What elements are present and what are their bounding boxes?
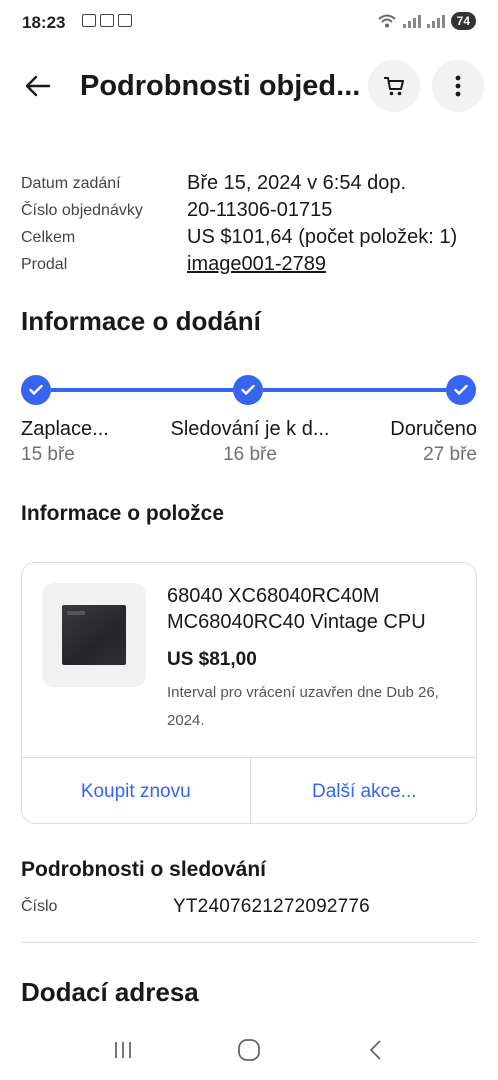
system-icons: 74: [377, 12, 476, 30]
step-date: 16 bře: [223, 444, 277, 465]
item-actions: Koupit znovu Další akce...: [22, 757, 477, 823]
back-chevron-icon: [369, 1040, 381, 1060]
delivery-progress: [21, 373, 477, 407]
step-label: Zaplace...: [21, 418, 109, 440]
wifi-icon: [377, 14, 396, 28]
mail-icon: [100, 14, 114, 27]
page-title: Podrobnosti objed...: [80, 70, 361, 102]
delivery-section-title: Informace o dodání: [21, 306, 261, 336]
divider: [21, 942, 477, 943]
signal-icon: [402, 14, 421, 28]
order-number-row: Číslo objednávky 20-11306-01715: [21, 197, 481, 224]
address-section-title: Dodací adresa: [21, 977, 199, 1007]
seller-row: Prodal image001-2789: [21, 251, 481, 278]
status-time: 18:23: [22, 13, 66, 32]
progress-step-delivered: [446, 375, 476, 405]
checkmark-icon: [29, 384, 43, 395]
step-date: 27 bře: [423, 444, 477, 465]
checkmark-icon: [241, 384, 255, 395]
home-icon: [238, 1039, 260, 1061]
tracking-number-row: Číslo YT2407621272092776: [21, 896, 477, 918]
order-total-value: US $101,64 (počet položek: 1): [187, 226, 458, 248]
status-bar: 18:23 74: [0, 0, 498, 46]
order-date-label: Datum zadání: [21, 174, 121, 192]
item-price: US $81,00: [167, 649, 257, 670]
item-section-title: Informace o položce: [21, 502, 225, 525]
order-date-row: Datum zadání Bře 15, 2024 v 6:54 dop.: [21, 170, 481, 197]
item-card: 68040 XC68040RC40M MC68040RC40 Vintage C…: [21, 562, 477, 824]
order-total-label: Celkem: [21, 228, 76, 246]
recent-apps-icon: [115, 1042, 131, 1058]
cpu-chip-image: [62, 605, 126, 665]
order-number-value: 20-11306-01715: [187, 199, 333, 221]
item-title[interactable]: 68040 XC68040RC40M MC68040RC40 Vintage C…: [167, 583, 467, 635]
progress-step-paid: [21, 375, 51, 405]
signal-icon: [426, 14, 445, 28]
checkmark-icon: [454, 384, 468, 395]
progress-step-tracking: [233, 375, 263, 405]
order-number-label: Číslo objednávky: [21, 201, 143, 219]
step-label: Doručeno: [390, 418, 477, 440]
step-paid: Zaplace... 15 bře: [21, 418, 109, 466]
system-back-button[interactable]: [345, 1030, 405, 1070]
step-tracking: Sledování je k d... 16 bře: [165, 418, 335, 466]
more-actions-button[interactable]: Další akce...: [249, 758, 477, 823]
step-delivered: Doručeno 27 bře: [390, 418, 477, 466]
home-button[interactable]: [219, 1030, 279, 1070]
progress-line: [263, 388, 446, 392]
notification-icon: [82, 14, 96, 27]
notification-icons: [82, 14, 132, 27]
return-note: Interval pro vrácení uzavřen dne Dub 26,…: [167, 684, 439, 729]
more-vertical-icon: [455, 75, 461, 97]
notification-icon: [118, 14, 132, 27]
app-bar: Podrobnosti objed...: [0, 56, 498, 116]
recent-apps-button[interactable]: [93, 1030, 153, 1070]
order-summary: Datum zadání Bře 15, 2024 v 6:54 dop. Čí…: [21, 170, 481, 278]
cart-button[interactable]: [368, 60, 420, 112]
tracking-section-title: Podrobnosti o sledování: [21, 858, 267, 881]
delivery-steps: Zaplace... 15 bře Sledování je k d... 16…: [21, 418, 477, 470]
cart-icon: [384, 77, 404, 96]
seller-label: Prodal: [21, 255, 68, 273]
item-image[interactable]: [42, 583, 146, 687]
order-date-value: Bře 15, 2024 v 6:54 dop.: [187, 172, 407, 194]
progress-line: [51, 388, 234, 392]
tracking-label: Číslo: [21, 898, 58, 915]
seller-link[interactable]: image001-2789: [187, 253, 326, 276]
back-arrow-icon: [25, 75, 51, 97]
system-nav-bar: [0, 1020, 498, 1080]
step-date: 15 bře: [21, 444, 75, 465]
tracking-number[interactable]: YT2407621272092776: [173, 896, 370, 918]
back-button[interactable]: [18, 66, 58, 106]
order-total-row: Celkem US $101,64 (počet položek: 1): [21, 224, 481, 251]
battery-indicator: 74: [450, 12, 476, 30]
more-options-button[interactable]: [432, 60, 484, 112]
step-label: Sledování je k d...: [170, 418, 330, 440]
buy-again-button[interactable]: Koupit znovu: [22, 758, 250, 823]
